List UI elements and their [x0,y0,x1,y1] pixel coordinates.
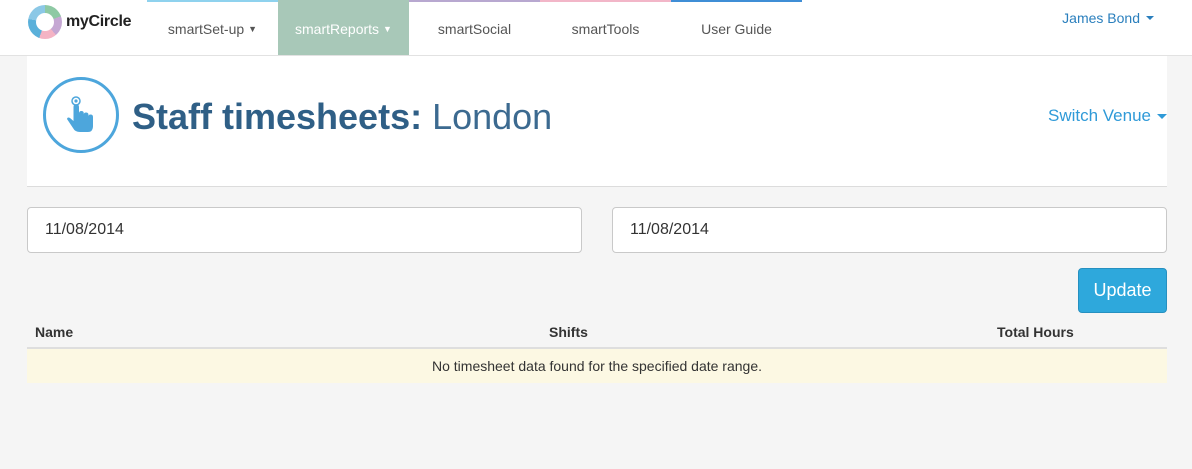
column-header-total-hours[interactable]: Total Hours [997,324,1074,340]
nav-item-smartsetup[interactable]: smartSet-up ▼ [147,0,278,55]
column-header-name[interactable]: Name [35,324,73,340]
update-button[interactable]: Update [1078,268,1167,313]
mycircle-logo[interactable]: myCircle [28,5,132,39]
switch-venue-dropdown[interactable]: Switch Venue [1048,106,1167,126]
nav-label: smartReports [295,20,380,37]
end-date-input[interactable] [612,207,1167,253]
touch-hand-icon [43,77,119,153]
nav-label: smartSet-up [167,20,245,37]
caret-down-icon: ▼ [248,23,258,34]
table-header: Name Shifts Total Hours [27,318,1167,349]
nav-item-smartreports[interactable]: smartReports ▼ [278,0,409,55]
switch-venue-label: Switch Venue [1047,106,1151,125]
start-date-input[interactable] [27,207,582,253]
caret-down-icon [1146,16,1154,20]
top-navbar: myCircle smartSet-up ▼ smartReports ▼ sm… [0,0,1192,56]
page-header: Staff timesheets: London Switch Venue [27,56,1167,187]
page-title: Staff timesheets: London [132,96,552,138]
user-name: James Bond [1062,10,1140,26]
nav-item-user-guide[interactable]: User Guide [671,0,802,55]
empty-state-row: No timesheet data found for the specifie… [27,349,1167,383]
user-menu[interactable]: James Bond [1062,10,1154,26]
empty-state-message: No timesheet data found for the specifie… [432,358,762,374]
page-title-label: Staff timesheets: [132,96,423,137]
caret-down-icon: ▼ [383,23,392,34]
logo-text: myCircle [66,13,132,30]
nav-label: User Guide [701,20,772,37]
nav-label: smartSocial [437,20,512,37]
nav-item-smartsocial[interactable]: smartSocial [409,0,540,55]
timesheet-table: Name Shifts Total Hours No timesheet dat… [27,318,1167,383]
nav-item-smarttools[interactable]: smartTools [540,0,671,55]
venue-name: London [432,96,553,137]
column-header-shifts[interactable]: Shifts [549,324,588,340]
circle-logo-icon [28,5,62,39]
nav-label: smartTools [571,20,640,37]
caret-down-icon [1157,113,1167,119]
main-nav: smartSet-up ▼ smartReports ▼ smartSocial… [147,0,802,55]
